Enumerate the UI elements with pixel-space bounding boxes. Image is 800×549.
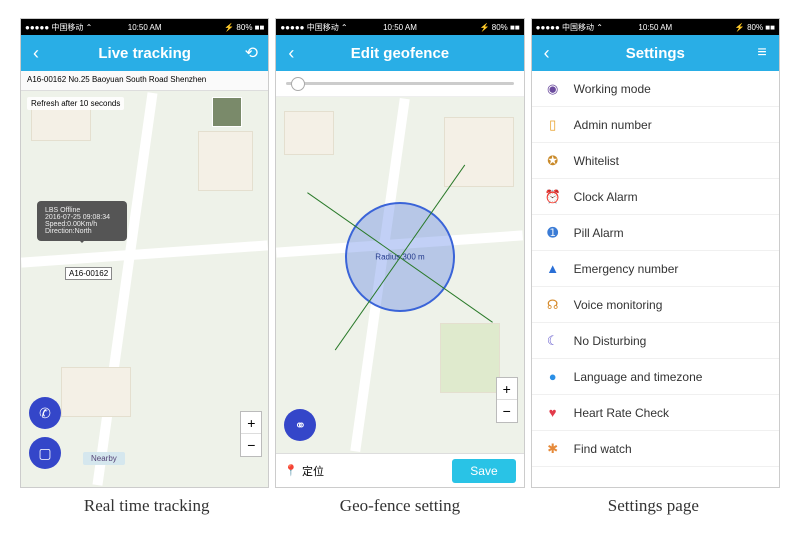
refresh-countdown: Refresh after 10 seconds bbox=[27, 97, 124, 110]
fence-radius-label: Radius 300 m bbox=[375, 253, 424, 262]
device-pin-label[interactable]: A16-00162 bbox=[65, 267, 112, 280]
radius-slider[interactable] bbox=[276, 71, 523, 97]
settings-row-6[interactable]: ☊ Voice monitoring bbox=[532, 287, 779, 323]
settings-icon: ✱ bbox=[544, 440, 562, 458]
screen-edit-geofence: ●●●●● 中国移动 ⌃ 10:50 AM ⚡ 80% ■■ ‹ Edit ge… bbox=[275, 18, 524, 488]
settings-row-9[interactable]: ♥ Heart Rate Check bbox=[532, 395, 779, 431]
nav-bar: ‹ Live tracking ⟲ bbox=[21, 35, 268, 71]
settings-row-4[interactable]: ➊ Pill Alarm bbox=[532, 215, 779, 251]
settings-icon: ➊ bbox=[544, 224, 562, 242]
settings-label: Whitelist bbox=[574, 154, 619, 168]
settings-label: Heart Rate Check bbox=[574, 406, 669, 420]
action-button-locate[interactable]: ✆ bbox=[29, 397, 61, 429]
settings-row-10[interactable]: ✱ Find watch bbox=[532, 431, 779, 467]
back-button[interactable]: ‹ bbox=[21, 43, 51, 64]
pin-icon: 📍 bbox=[284, 464, 298, 477]
status-bar: ●●●●● 中国移动 ⌃ 10:50 AM ⚡ 80% ■■ bbox=[532, 19, 779, 35]
people-button[interactable]: ⚭ bbox=[284, 409, 316, 441]
settings-row-1[interactable]: ▯ Admin number bbox=[532, 107, 779, 143]
carrier: ●●●●● 中国移动 ⌃ bbox=[25, 22, 92, 33]
settings-list: ◉ Working mode ▯ Admin number ✪ Whitelist ⏰ Clo… bbox=[532, 71, 779, 487]
settings-icon: ✪ bbox=[544, 152, 562, 170]
settings-icon: ◉ bbox=[544, 80, 562, 98]
settings-label: Working mode bbox=[574, 82, 651, 96]
action-button-device[interactable]: ▢ bbox=[29, 437, 61, 469]
settings-label: Language and timezone bbox=[574, 370, 703, 384]
bottom-bar: 📍 定位 Save bbox=[276, 453, 523, 487]
settings-row-8[interactable]: ● Language and timezone bbox=[532, 359, 779, 395]
caption-2: Geo-fence setting bbox=[273, 496, 526, 516]
settings-label: No Disturbing bbox=[574, 334, 647, 348]
status-bar: ●●●●● 中国移动 ⌃ 10:50 AM ⚡ 80% ■■ bbox=[276, 19, 523, 35]
address-bar: A16-00162 No.25 Baoyuan South Road Shenz… bbox=[21, 71, 268, 91]
settings-row-0[interactable]: ◉ Working mode bbox=[532, 71, 779, 107]
streetview-thumbnail[interactable] bbox=[212, 97, 242, 127]
settings-icon: ▯ bbox=[544, 116, 562, 134]
location-tooltip: LBS Offline 2016-07-25 09:08:34 Speed:0.… bbox=[37, 201, 127, 241]
page-title: Live tracking bbox=[98, 45, 191, 62]
back-button[interactable]: ‹ bbox=[532, 43, 562, 64]
settings-icon: ⏰ bbox=[544, 188, 562, 206]
settings-row-7[interactable]: ☾ No Disturbing bbox=[532, 323, 779, 359]
settings-icon: ♥ bbox=[544, 404, 562, 422]
map-view[interactable]: Refresh after 10 seconds LBS Offline 201… bbox=[21, 91, 268, 487]
settings-icon: ● bbox=[544, 368, 562, 386]
caption-row: Real time tracking Geo-fence setting Set… bbox=[0, 488, 800, 516]
status-bar: ●●●●● 中国移动 ⌃ 10:50 AM ⚡ 80% ■■ bbox=[21, 19, 268, 35]
zoom-out-button[interactable]: − bbox=[241, 434, 261, 456]
zoom-out-button[interactable]: − bbox=[497, 400, 517, 422]
settings-icon: ☊ bbox=[544, 296, 562, 314]
caption-3: Settings page bbox=[527, 496, 780, 516]
zoom-control: + − bbox=[240, 411, 262, 457]
save-button[interactable]: Save bbox=[452, 459, 515, 483]
nearby-chip[interactable]: Nearby bbox=[83, 452, 125, 465]
settings-row-2[interactable]: ✪ Whitelist bbox=[532, 143, 779, 179]
slider-thumb[interactable] bbox=[291, 77, 305, 91]
settings-label: Admin number bbox=[574, 118, 652, 132]
battery: ⚡ 80% ■■ bbox=[224, 23, 264, 32]
screen-live-tracking: ●●●●● 中国移动 ⌃ 10:50 AM ⚡ 80% ■■ ‹ Live tr… bbox=[20, 18, 269, 488]
settings-icon: ▲ bbox=[544, 260, 562, 278]
page-title: Edit geofence bbox=[351, 45, 449, 62]
nav-bar: ‹ Edit geofence bbox=[276, 35, 523, 71]
screen-settings: ●●●●● 中国移动 ⌃ 10:50 AM ⚡ 80% ■■ ‹ Setting… bbox=[531, 18, 780, 488]
settings-row-5[interactable]: ▲ Emergency number bbox=[532, 251, 779, 287]
zoom-in-button[interactable]: + bbox=[497, 378, 517, 400]
page-title: Settings bbox=[626, 45, 685, 62]
locate-button[interactable]: 📍 定位 bbox=[284, 463, 324, 479]
geofence-circle[interactable]: Radius 300 m bbox=[345, 202, 455, 312]
settings-label: Pill Alarm bbox=[574, 226, 624, 240]
back-button[interactable]: ‹ bbox=[276, 43, 306, 64]
menu-icon[interactable]: ≡ bbox=[745, 44, 779, 62]
clock: 10:50 AM bbox=[128, 23, 162, 32]
settings-row-3[interactable]: ⏰ Clock Alarm bbox=[532, 179, 779, 215]
settings-label: Voice monitoring bbox=[574, 298, 663, 312]
settings-label: Emergency number bbox=[574, 262, 679, 276]
caption-1: Real time tracking bbox=[20, 496, 273, 516]
nav-bar: ‹ Settings ≡ bbox=[532, 35, 779, 71]
settings-icon: ☾ bbox=[544, 332, 562, 350]
map-view[interactable]: Radius 300 m ⚭ + − bbox=[276, 97, 523, 453]
settings-label: Clock Alarm bbox=[574, 190, 638, 204]
zoom-in-button[interactable]: + bbox=[241, 412, 261, 434]
settings-label: Find watch bbox=[574, 442, 632, 456]
refresh-icon[interactable]: ⟲ bbox=[234, 43, 268, 63]
zoom-control: + − bbox=[496, 377, 518, 423]
